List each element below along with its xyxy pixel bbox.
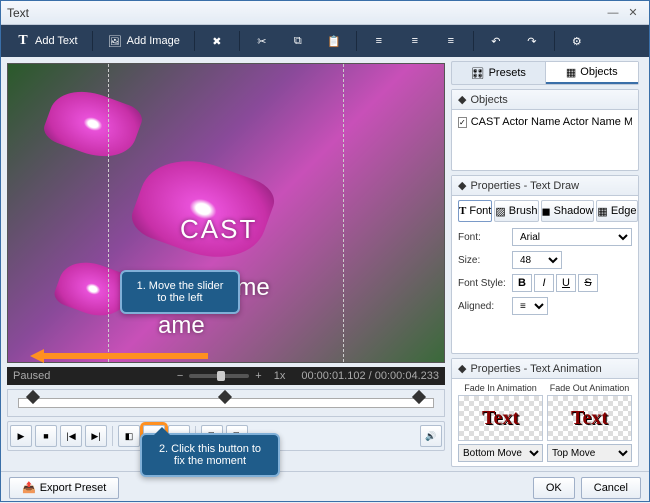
paste-icon: 📋 [326, 33, 342, 49]
playback-status: Paused [13, 370, 50, 382]
toggle-icon[interactable]: ◆ [458, 362, 466, 375]
size-label: Size: [458, 255, 508, 266]
fadein-label: Fade In Animation [458, 383, 543, 393]
prop-tab-font[interactable]: TFont [458, 200, 492, 222]
video-preview[interactable]: CAST Actor Name ame [7, 63, 445, 363]
text-draw-panel: ◆ Properties - Text Draw TFont ▨Brush ◼Sh… [451, 175, 639, 354]
settings-button[interactable]: ⚙ [561, 30, 593, 52]
text-draw-title: Properties - Text Draw [470, 180, 579, 192]
toggle-icon[interactable]: ◆ [458, 93, 466, 106]
right-tabs: 🎛Presets ▦Objects [451, 61, 639, 85]
brush-icon: ▨ [495, 205, 505, 218]
export-icon: 📤 [22, 481, 36, 494]
zoom-plus[interactable]: + [255, 370, 261, 382]
edge-icon: ▦ [597, 205, 607, 218]
align-left-icon: ≡ [371, 33, 387, 49]
cancel-button[interactable]: Cancel [581, 477, 641, 499]
toggle-icon[interactable]: ◆ [458, 179, 466, 192]
align-right-button[interactable]: ≡ [435, 30, 467, 52]
image-icon: 🖼 [107, 33, 123, 49]
add-image-label: Add Image [127, 35, 180, 47]
main-toolbar: T Add Text 🖼 Add Image ✖ ✂ ⧉ 📋 ≡ ≡ ≡ ↶ ↷… [1, 25, 649, 57]
overlay-text-cast[interactable]: CAST [180, 214, 257, 245]
mark-in-button[interactable]: ◧ [118, 425, 140, 447]
align-select[interactable]: ≡ [512, 297, 548, 315]
minimize-button[interactable]: — [603, 5, 623, 21]
object-item[interactable]: ✓ CAST Actor Name Actor Name MUSIC Music… [458, 114, 632, 130]
align-label: Aligned: [458, 301, 508, 312]
window-title: Text [7, 6, 603, 20]
undo-icon: ↶ [488, 33, 504, 49]
overlay-text-actor2[interactable]: ame [158, 312, 205, 340]
tutorial-arrow [30, 347, 210, 365]
object-checkbox[interactable]: ✓ [458, 117, 467, 128]
scissors-icon: ✂ [254, 33, 270, 49]
bold-button[interactable]: B [512, 274, 532, 292]
fadein-preview: Text [458, 395, 543, 441]
delete-icon: ✖ [209, 33, 225, 49]
paste-button[interactable]: 📋 [318, 30, 350, 52]
tutorial-callout-1: 1. Move the slider to the left [120, 270, 240, 314]
font-label: Font: [458, 232, 508, 243]
shadow-icon: ◼ [542, 205, 551, 218]
tab-presets[interactable]: 🎛Presets [452, 62, 546, 84]
objects-panel-title: Objects [470, 94, 507, 106]
fadeout-select[interactable]: Top Move [547, 444, 632, 462]
style-label: Font Style: [458, 278, 508, 289]
undo-button[interactable]: ↶ [480, 30, 512, 52]
time-position: 00:00:01.102 [301, 370, 365, 382]
prop-tab-shadow[interactable]: ◼Shadow [541, 200, 595, 222]
strike-button[interactable]: S [578, 274, 598, 292]
zoom-minus[interactable]: − [177, 370, 183, 382]
zoom-level: 1x [274, 370, 286, 382]
objects-panel: ◆ Objects ✓ CAST Actor Name Actor Name MU… [451, 89, 639, 171]
volume-button[interactable]: 🔊 [420, 425, 442, 447]
align-left-button[interactable]: ≡ [363, 30, 395, 52]
text-anim-panel: ◆ Properties - Text Animation Fade In Ani… [451, 358, 639, 467]
stop-button[interactable]: ■ [35, 425, 57, 447]
zoom-slider[interactable] [189, 374, 249, 378]
next-frame-button[interactable]: ▶| [85, 425, 107, 447]
export-preset-button[interactable]: 📤Export Preset [9, 477, 119, 499]
delete-button[interactable]: ✖ [201, 30, 233, 52]
prop-tab-brush[interactable]: ▨Brush [494, 200, 538, 222]
redo-button[interactable]: ↷ [516, 30, 548, 52]
object-label: CAST Actor Name Actor Name MUSIC Music b… [471, 116, 632, 128]
align-center-button[interactable]: ≡ [399, 30, 431, 52]
text-anim-title: Properties - Text Animation [470, 363, 601, 375]
size-select[interactable]: 48 [512, 251, 562, 269]
align-right-icon: ≡ [443, 33, 459, 49]
align-center-icon: ≡ [407, 33, 423, 49]
italic-button[interactable]: I [534, 274, 554, 292]
add-text-button[interactable]: T Add Text [7, 30, 86, 52]
bottom-bar: 📤Export Preset OK Cancel [1, 471, 649, 503]
time-total: 00:00:04.233 [375, 370, 439, 382]
font-select[interactable]: Arial [512, 228, 632, 246]
play-button[interactable]: ▶ [10, 425, 32, 447]
close-button[interactable]: ✕ [623, 5, 643, 21]
objects-icon: ▦ [566, 66, 576, 79]
fadeout-label: Fade Out Animation [547, 383, 632, 393]
preview-statusbar: Paused − + 1x 00:00:01.102 / 00:00:04.23… [7, 367, 445, 385]
ok-button[interactable]: OK [533, 477, 575, 499]
copy-button[interactable]: ⧉ [282, 30, 314, 52]
gear-icon: ⚙ [569, 33, 585, 49]
fadein-select[interactable]: Bottom Move [458, 444, 543, 462]
tab-objects[interactable]: ▦Objects [546, 62, 639, 84]
text-icon: T [15, 33, 31, 49]
add-image-button[interactable]: 🖼 Add Image [99, 30, 188, 52]
prev-frame-button[interactable]: |◀ [60, 425, 82, 447]
tutorial-callout-2: 2. Click this button to fix the moment [140, 433, 280, 477]
fadeout-preview: Text [547, 395, 632, 441]
titlebar: Text — ✕ [1, 1, 649, 25]
timeline[interactable] [7, 389, 445, 417]
add-text-label: Add Text [35, 35, 78, 47]
presets-icon: 🎛 [471, 67, 485, 80]
prop-tab-edge[interactable]: ▦Edge [596, 200, 637, 222]
redo-icon: ↷ [524, 33, 540, 49]
cut-button[interactable]: ✂ [246, 30, 278, 52]
underline-button[interactable]: U [556, 274, 576, 292]
copy-icon: ⧉ [290, 33, 306, 49]
